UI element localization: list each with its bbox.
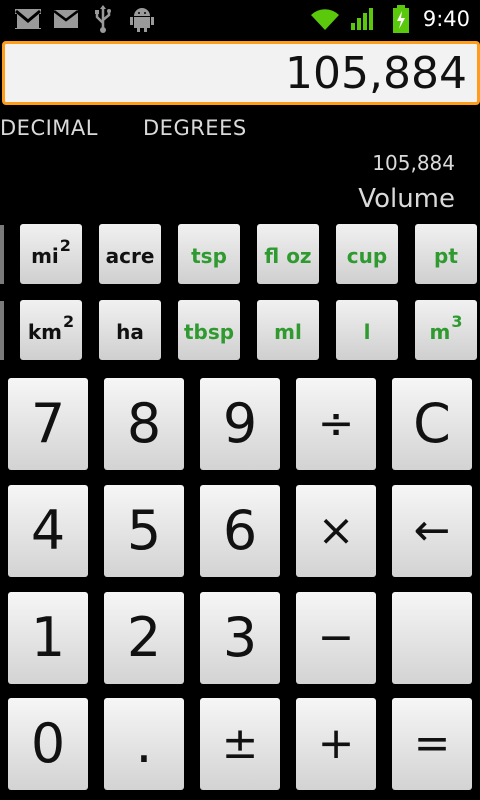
unit-button-pt[interactable]: pt — [415, 224, 477, 284]
unit-button-m3[interactable]: m3 — [415, 300, 477, 360]
clear-button[interactable]: C — [392, 378, 472, 470]
battery-charging-icon — [392, 5, 410, 37]
key-5[interactable]: 5 — [104, 485, 184, 577]
unit-row-divider — [0, 225, 4, 284]
subtract-button[interactable]: − — [296, 592, 376, 684]
unit-button-km2[interactable]: km 2 — [20, 300, 82, 360]
angle-mode-label[interactable]: DEGREES — [143, 116, 247, 140]
plus-minus-button[interactable]: ± — [200, 698, 280, 790]
unit-button-mi2[interactable]: mi 2 — [20, 224, 82, 284]
signal-icon — [350, 7, 376, 35]
key-4[interactable]: 4 — [8, 485, 88, 577]
decimal-point-button[interactable]: . — [104, 698, 184, 790]
status-bar: 9:40 — [0, 0, 480, 38]
key-9[interactable]: 9 — [200, 378, 280, 470]
equals-button[interactable]: = — [392, 698, 472, 790]
unit-button-tbsp[interactable]: tbsp — [178, 300, 240, 360]
unit-button-cup[interactable]: cup — [336, 224, 398, 284]
unit-button-ml[interactable]: ml — [257, 300, 319, 360]
gmail-icon — [14, 8, 42, 34]
usb-icon — [93, 5, 113, 37]
android-debug-icon — [130, 6, 154, 36]
add-button[interactable]: + — [296, 698, 376, 790]
unit-button-tsp[interactable]: tsp — [178, 224, 240, 284]
key-2[interactable]: 2 — [104, 592, 184, 684]
display-value: 105,884 — [285, 48, 467, 99]
divide-button[interactable]: ÷ — [296, 378, 376, 470]
key-7[interactable]: 7 — [8, 378, 88, 470]
unit-button-acre[interactable]: acre — [99, 224, 161, 284]
multiply-button[interactable]: × — [296, 485, 376, 577]
key-0[interactable]: 0 — [8, 698, 88, 790]
result-value: 105,884 — [372, 151, 455, 175]
key-6[interactable]: 6 — [200, 485, 280, 577]
unit-category-label[interactable]: Volume — [358, 184, 455, 214]
unit-row-divider — [0, 301, 4, 360]
calculator-display[interactable]: 105,884 — [2, 41, 480, 105]
backspace-button[interactable]: ← — [392, 485, 472, 577]
unit-button-ha[interactable]: ha — [99, 300, 161, 360]
wifi-icon — [310, 7, 340, 35]
number-mode-label[interactable]: DECIMAL — [0, 116, 98, 140]
email-icon — [53, 9, 79, 33]
clock: 9:40 — [422, 7, 470, 31]
key-1[interactable]: 1 — [8, 592, 88, 684]
key-8[interactable]: 8 — [104, 378, 184, 470]
blank-key[interactable] — [392, 592, 472, 684]
unit-button-fl-oz[interactable]: fl oz — [257, 224, 319, 284]
key-3[interactable]: 3 — [200, 592, 280, 684]
unit-button-l[interactable]: l — [336, 300, 398, 360]
